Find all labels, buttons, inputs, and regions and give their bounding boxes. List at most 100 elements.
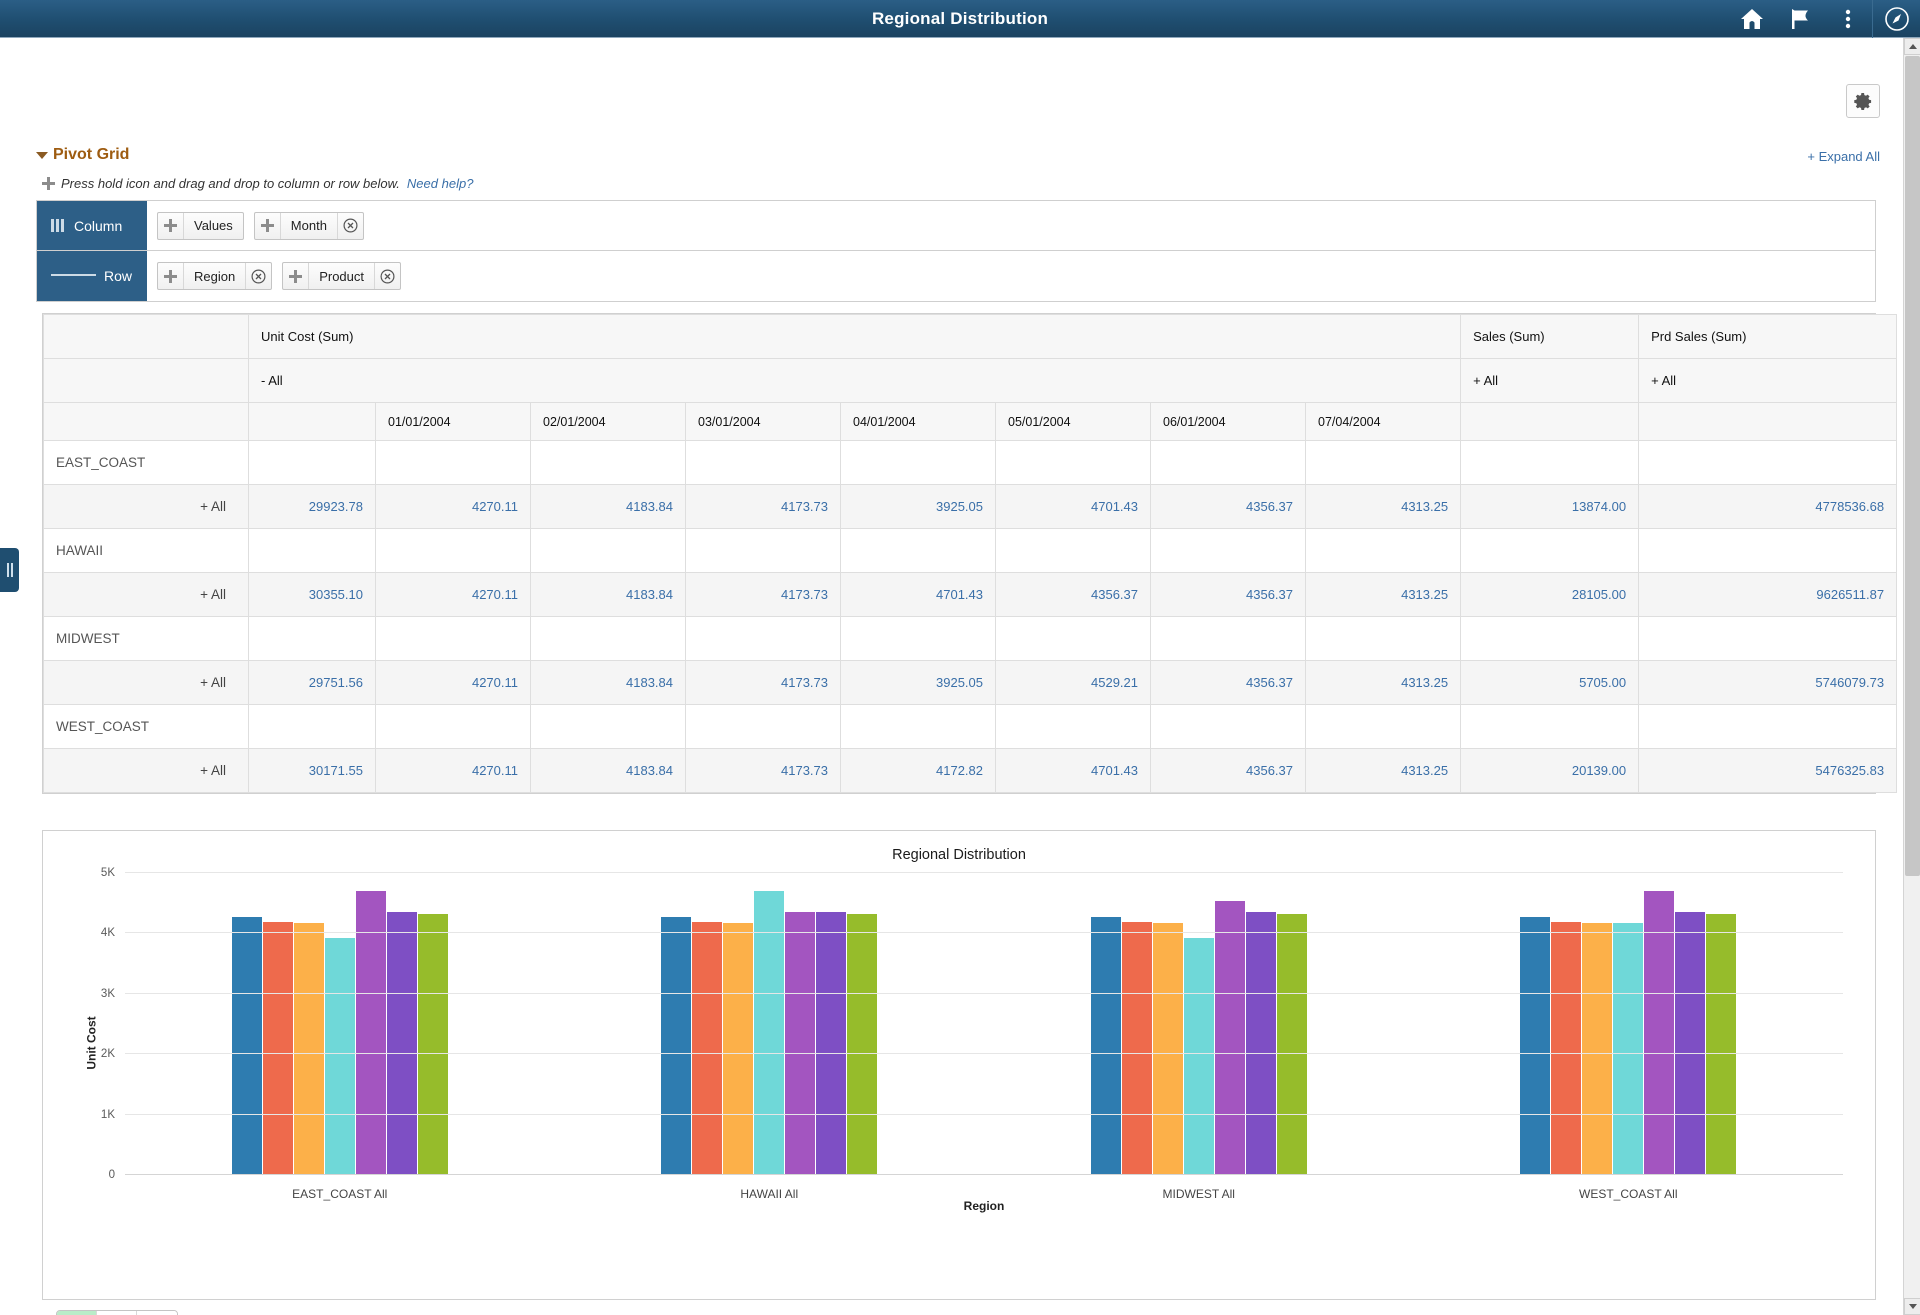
chart-bar[interactable]: [232, 917, 262, 1175]
chart-bar[interactable]: [1277, 914, 1307, 1175]
cell-unit-cost[interactable]: 29751.56: [249, 661, 376, 705]
cell-unit-cost[interactable]: 4173.73: [686, 661, 841, 705]
chart-bar[interactable]: [387, 912, 417, 1175]
cell-unit-cost[interactable]: 4313.25: [1306, 661, 1461, 705]
expander-unit-cost[interactable]: - All: [249, 359, 1461, 403]
need-help-link[interactable]: Need help?: [407, 176, 474, 191]
chip-values[interactable]: Values: [157, 212, 244, 240]
pivot-grid-section-toggle[interactable]: Pivot Grid: [36, 146, 129, 164]
cell-unit-cost[interactable]: 4183.84: [531, 749, 686, 793]
cell-unit-cost[interactable]: 3925.05: [841, 661, 996, 705]
chart-bar[interactable]: [1644, 891, 1674, 1175]
chart-bar[interactable]: [1184, 938, 1214, 1175]
cell-unit-cost[interactable]: 4173.73: [686, 573, 841, 617]
bar-chart-icon[interactable]: [57, 1311, 97, 1315]
cell-unit-cost[interactable]: 4701.43: [841, 573, 996, 617]
remove-chip-icon[interactable]: [245, 263, 271, 289]
drag-handle-icon[interactable]: [283, 263, 309, 289]
horizontal-bar-chart-icon[interactable]: [137, 1311, 177, 1315]
cell-unit-cost[interactable]: 30171.55: [249, 749, 376, 793]
cell-prd-sales[interactable]: 4778536.68: [1639, 485, 1897, 529]
chart-bar[interactable]: [1706, 914, 1736, 1175]
chip-product[interactable]: Product: [282, 262, 401, 290]
cell-unit-cost[interactable]: 4529.21: [996, 661, 1151, 705]
chart-bar[interactable]: [816, 912, 846, 1175]
chart-bar[interactable]: [1215, 901, 1245, 1175]
navigator-compass-icon[interactable]: [1872, 0, 1920, 38]
cell-unit-cost[interactable]: 4313.25: [1306, 485, 1461, 529]
cell-unit-cost[interactable]: 4172.82: [841, 749, 996, 793]
chip-month[interactable]: Month: [254, 212, 364, 240]
cell-unit-cost[interactable]: 4356.37: [1151, 749, 1306, 793]
remove-chip-icon[interactable]: [337, 213, 363, 239]
cell-unit-cost[interactable]: 4270.11: [376, 573, 531, 617]
cell-prd-sales[interactable]: 5476325.83: [1639, 749, 1897, 793]
expand-all-link[interactable]: + Expand All: [1807, 149, 1880, 164]
cell-unit-cost[interactable]: 4356.37: [1151, 661, 1306, 705]
cell-unit-cost[interactable]: 4356.37: [1151, 485, 1306, 529]
cell-unit-cost[interactable]: 4313.25: [1306, 573, 1461, 617]
cell-unit-cost[interactable]: 4173.73: [686, 485, 841, 529]
scroll-up-arrow-icon[interactable]: [1904, 38, 1920, 55]
chart-bar[interactable]: [1520, 917, 1550, 1175]
kebab-menu-icon[interactable]: [1824, 0, 1872, 38]
expander-prd-sales[interactable]: + All: [1639, 359, 1897, 403]
cell-unit-cost[interactable]: 4270.11: [376, 485, 531, 529]
chart-bar[interactable]: [847, 914, 877, 1175]
chip-region[interactable]: Region: [157, 262, 272, 290]
chart-bar[interactable]: [1122, 922, 1152, 1175]
cell-prd-sales[interactable]: 5746079.73: [1639, 661, 1897, 705]
cell-unit-cost[interactable]: 3925.05: [841, 485, 996, 529]
chart-bar[interactable]: [754, 891, 784, 1175]
chart-bar[interactable]: [1613, 923, 1643, 1175]
cell-unit-cost[interactable]: 4183.84: [531, 485, 686, 529]
expander-sales[interactable]: + All: [1461, 359, 1639, 403]
chart-bar[interactable]: [785, 912, 815, 1175]
cell-unit-cost[interactable]: 4313.25: [1306, 749, 1461, 793]
chart-bar[interactable]: [325, 938, 355, 1175]
cell-unit-cost[interactable]: 4183.84: [531, 573, 686, 617]
chart-bar[interactable]: [418, 914, 448, 1175]
chart-bar[interactable]: [294, 923, 324, 1175]
scrollbar-thumb[interactable]: [1905, 56, 1920, 876]
chart-bar[interactable]: [1246, 912, 1276, 1175]
column-axis-dropzone[interactable]: Column Values Month: [36, 200, 1876, 251]
cell-unit-cost[interactable]: 30355.10: [249, 573, 376, 617]
chart-bar[interactable]: [692, 922, 722, 1175]
line-chart-icon[interactable]: [97, 1311, 137, 1315]
cell-unit-cost[interactable]: 4356.37: [1151, 573, 1306, 617]
home-icon[interactable]: [1728, 0, 1776, 38]
chart-bar[interactable]: [1091, 917, 1121, 1175]
chart-bar[interactable]: [661, 917, 691, 1175]
gear-icon[interactable]: [1846, 84, 1880, 118]
cell-unit-cost[interactable]: 4183.84: [531, 661, 686, 705]
remove-chip-icon[interactable]: [374, 263, 400, 289]
drag-handle-icon[interactable]: [255, 213, 281, 239]
cell-prd-sales[interactable]: 9626511.87: [1639, 573, 1897, 617]
chart-bar[interactable]: [723, 923, 753, 1175]
cell-unit-cost[interactable]: 4270.11: [376, 749, 531, 793]
chart-bar[interactable]: [1153, 923, 1183, 1175]
cell-unit-cost[interactable]: 29923.78: [249, 485, 376, 529]
page-scrollbar[interactable]: [1903, 38, 1920, 1315]
row-expander[interactable]: + All: [44, 573, 249, 617]
row-axis-dropzone[interactable]: Row Region Product: [36, 251, 1876, 302]
drag-handle-icon[interactable]: [158, 213, 184, 239]
cell-unit-cost[interactable]: 4270.11: [376, 661, 531, 705]
chart-bar[interactable]: [1551, 922, 1581, 1175]
flag-icon[interactable]: [1776, 0, 1824, 38]
sidebar-collapse-handle[interactable]: [0, 548, 19, 592]
cell-unit-cost[interactable]: 4701.43: [996, 749, 1151, 793]
cell-unit-cost[interactable]: 4701.43: [996, 485, 1151, 529]
drag-handle-icon[interactable]: [158, 263, 184, 289]
row-expander[interactable]: + All: [44, 485, 249, 529]
cell-sales[interactable]: 28105.00: [1461, 573, 1639, 617]
row-expander[interactable]: + All: [44, 661, 249, 705]
scroll-down-arrow-icon[interactable]: [1904, 1298, 1920, 1315]
row-expander[interactable]: + All: [44, 749, 249, 793]
cell-sales[interactable]: 20139.00: [1461, 749, 1639, 793]
cell-unit-cost[interactable]: 4173.73: [686, 749, 841, 793]
cell-sales[interactable]: 5705.00: [1461, 661, 1639, 705]
chart-bar[interactable]: [1675, 912, 1705, 1175]
chart-bar[interactable]: [1582, 923, 1612, 1175]
